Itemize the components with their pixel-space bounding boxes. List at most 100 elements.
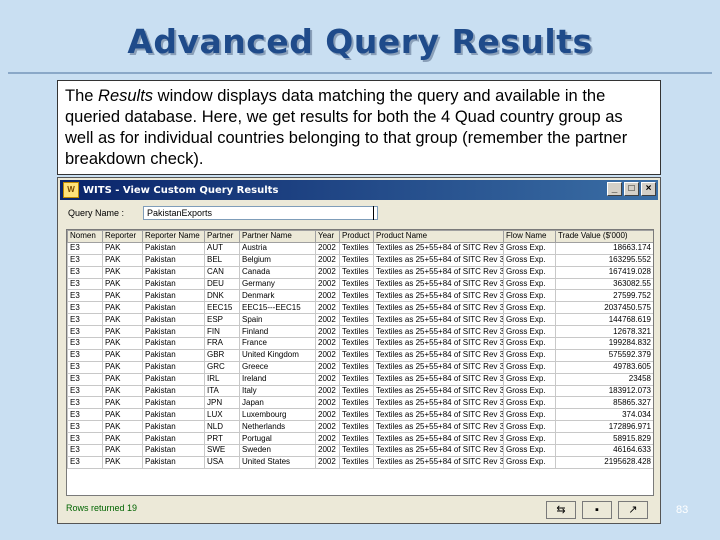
table-cell: Pakistan <box>142 384 205 398</box>
column-header[interactable]: Partner <box>204 230 240 243</box>
maximize-button[interactable]: □ <box>624 182 639 196</box>
table-cell: Gross Exp. <box>503 265 556 279</box>
table-cell: Gross Exp. <box>503 289 556 303</box>
table-cell: Greece <box>239 360 316 374</box>
table-cell: Textiles <box>339 289 374 303</box>
column-header[interactable]: Flow Name <box>503 230 556 243</box>
table-cell: Pakistan <box>142 277 205 291</box>
table-cell: 49783.605 <box>555 360 653 374</box>
query-name-input[interactable]: PakistanExports <box>143 206 378 220</box>
results-grid[interactable]: Nomen Reporter Reporter Name Partner Partner… <box>66 229 654 496</box>
table-row[interactable]: E3 PAK Pakistan USA United States 2002 Textile… <box>67 455 653 469</box>
table-cell: PAK <box>102 384 143 398</box>
table-cell: 2002 <box>315 408 340 422</box>
table-row[interactable]: E3 PAK Pakistan JPN Japan 2002 Textiles Textile… <box>67 396 653 410</box>
table-cell: Textiles <box>339 396 374 410</box>
table-cell: PAK <box>102 277 143 291</box>
swap-icon: ⇆ <box>556 504 566 516</box>
table-row[interactable]: E3 PAK Pakistan DEU Germany 2002 Textiles Texti… <box>67 277 653 291</box>
save-icon: ▪ <box>595 504 599 516</box>
table-cell: PAK <box>102 360 143 374</box>
table-cell: 2002 <box>315 277 340 291</box>
column-header[interactable]: Trade Value ($'000) <box>555 230 653 243</box>
table-row[interactable]: E3 PAK Pakistan DNK Denmark 2002 Textiles Texti… <box>67 289 653 303</box>
table-cell: E3 <box>67 444 103 457</box>
column-header[interactable]: Nomen <box>67 230 103 243</box>
table-row[interactable]: E3 PAK Pakistan BEL Belgium 2002 Textiles Texti… <box>67 253 653 267</box>
table-cell: Denmark <box>239 289 316 303</box>
column-header[interactable]: Year <box>315 230 340 243</box>
table-row[interactable]: E3 PAK Pakistan ITA Italy 2002 Textiles Textile… <box>67 384 653 398</box>
table-cell: E3 <box>67 408 103 422</box>
table-cell: Belgium <box>239 253 316 267</box>
table-row[interactable]: E3 PAK Pakistan PRT Portugal 2002 Textiles Text… <box>67 432 653 446</box>
table-row[interactable]: E3 PAK Pakistan ESP Spain 2002 Textiles Textile… <box>67 313 653 327</box>
table-cell: 2002 <box>315 313 340 327</box>
table-cell: Finland <box>239 325 316 339</box>
save-button[interactable]: ▪ <box>582 501 612 519</box>
table-cell: Gross Exp. <box>503 455 556 469</box>
table-cell: Textiles <box>339 408 374 422</box>
app-icon: W <box>63 182 79 198</box>
table-cell: 2002 <box>315 241 340 255</box>
window-titlebar[interactable]: W WITS - View Custom Query Results _ □ × <box>60 180 658 200</box>
table-row[interactable]: E3 PAK Pakistan LUX Luxembourg 2002 Textiles Te… <box>67 408 653 422</box>
table-cell: E3 <box>67 360 103 374</box>
table-cell: USA <box>204 455 240 469</box>
table-cell: AUT <box>204 241 240 255</box>
column-header[interactable]: Product Name <box>373 230 504 243</box>
close-button[interactable]: × <box>641 182 656 196</box>
table-cell: Pakistan <box>142 396 205 410</box>
description-text-start: The <box>65 87 99 105</box>
table-row[interactable]: E3 PAK Pakistan IRL Ireland 2002 Textiles Texti… <box>67 372 653 386</box>
table-cell: DNK <box>204 289 240 303</box>
table-row[interactable]: E3 PAK Pakistan EEC15 EEC15---EEC15 2002 Texti… <box>67 301 653 315</box>
table-cell: E3 <box>67 277 103 291</box>
table-row[interactable]: E3 PAK Pakistan SWE Sweden 2002 Textiles Textil… <box>67 444 653 457</box>
window-controls: _ □ × <box>605 182 656 196</box>
table-cell: 2037450.575 <box>555 301 653 315</box>
table-cell: Textiles <box>339 265 374 279</box>
table-cell: Gross Exp. <box>503 313 556 327</box>
table-cell: Textiles as 25+55+84 of SITC Rev 3 <box>373 420 504 434</box>
table-cell: BEL <box>204 253 240 267</box>
table-cell: Textiles <box>339 384 374 398</box>
column-header[interactable]: Reporter <box>102 230 143 243</box>
export-button[interactable]: ↗ <box>618 501 648 519</box>
table-cell: Pakistan <box>142 455 205 469</box>
swap-button[interactable]: ⇆ <box>546 501 576 519</box>
minimize-button[interactable]: _ <box>607 182 622 196</box>
table-row[interactable]: E3 PAK Pakistan GRC Greece 2002 Textiles Textil… <box>67 360 653 374</box>
column-header[interactable]: Reporter Name <box>142 230 205 243</box>
table-cell: 374.034 <box>555 408 653 422</box>
table-cell: PAK <box>102 325 143 339</box>
table-cell: 58915.829 <box>555 432 653 446</box>
table-cell: Gross Exp. <box>503 253 556 267</box>
table-cell: E3 <box>67 337 103 350</box>
table-cell: 46164.633 <box>555 444 653 457</box>
table-cell: PAK <box>102 301 143 315</box>
table-row[interactable]: E3 PAK Pakistan FRA France 2002 Textiles Textil… <box>67 337 653 350</box>
table-row[interactable]: E3 PAK Pakistan GBR United Kingdom 2002 Textil… <box>67 348 653 362</box>
table-row[interactable]: E3 PAK Pakistan AUT Austria 2002 Textiles Texti… <box>67 241 653 255</box>
table-cell: Gross Exp. <box>503 396 556 410</box>
table-cell: 85865.327 <box>555 396 653 410</box>
table-cell: 2002 <box>315 337 340 350</box>
table-cell: PAK <box>102 455 143 469</box>
rows-returned-status: Rows returned 19 <box>66 503 138 513</box>
table-row[interactable]: E3 PAK Pakistan CAN Canada 2002 Textiles Textil… <box>67 265 653 279</box>
table-cell: Textiles <box>339 348 374 362</box>
table-cell: 2002 <box>315 253 340 267</box>
column-header[interactable]: Product <box>339 230 374 243</box>
column-header[interactable]: Partner Name <box>239 230 316 243</box>
table-cell: Pakistan <box>142 313 205 327</box>
table-cell: 2002 <box>315 384 340 398</box>
table-cell: Gross Exp. <box>503 408 556 422</box>
table-row[interactable]: E3 PAK Pakistan FIN Finland 2002 Textiles Texti… <box>67 325 653 339</box>
table-cell: 2195628.428 <box>555 455 653 469</box>
results-table: Nomen Reporter Reporter Name Partner Partner… <box>67 230 653 469</box>
table-cell: PAK <box>102 348 143 362</box>
table-cell: Textiles as 25+55+84 of SITC Rev 3 <box>373 432 504 446</box>
table-cell: 363082.55 <box>555 277 653 291</box>
table-row[interactable]: E3 PAK Pakistan NLD Netherlands 2002 Textiles T… <box>67 420 653 434</box>
